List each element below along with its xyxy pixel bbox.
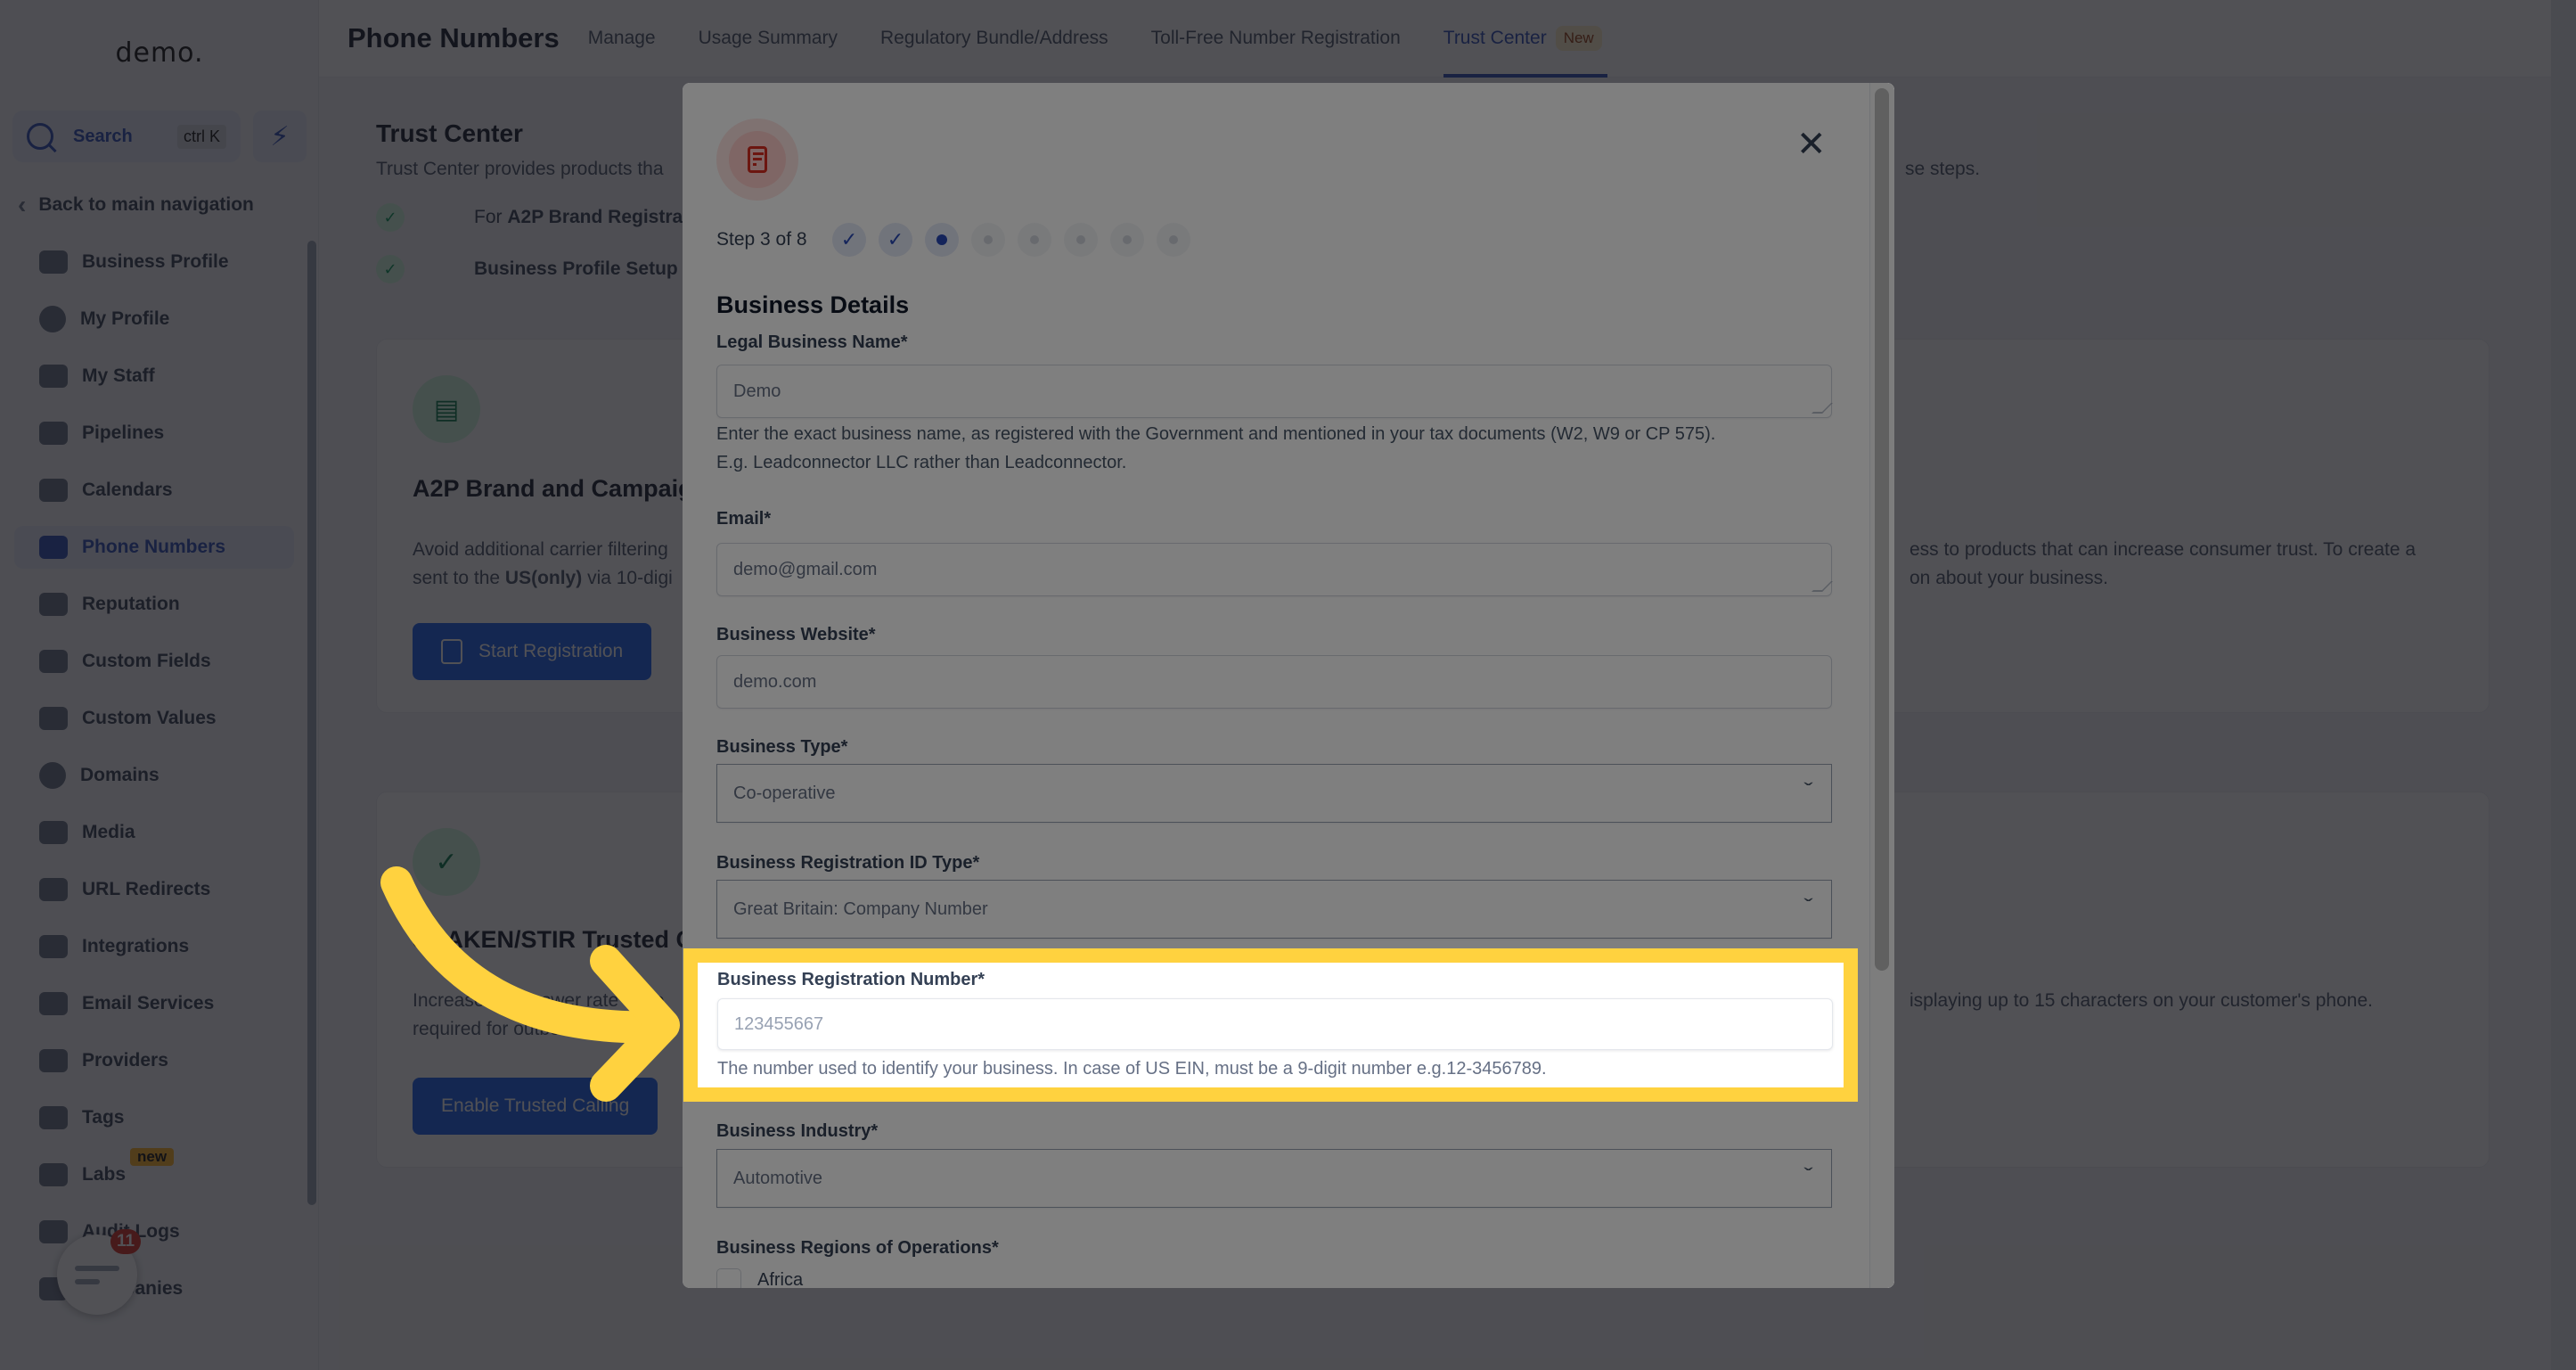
legal-business-name-input[interactable]: Demo xyxy=(716,365,1832,418)
form-section-title: Business Details xyxy=(716,291,910,318)
reg-id-type-label: Business Registration ID Type* xyxy=(716,853,980,873)
step-dot-pending xyxy=(1157,223,1190,257)
step-dot-pending xyxy=(1064,223,1098,257)
step-progress xyxy=(832,223,1190,257)
business-details-modal: ✕ Step 3 of 8 Business Details Legal Bus… xyxy=(683,83,1894,1288)
region-label-africa: Africa xyxy=(757,1270,804,1288)
region-checkbox-africa[interactable] xyxy=(716,1268,741,1288)
step-dot-pending xyxy=(1018,223,1051,257)
help-line: Enter the exact business name, as regist… xyxy=(716,424,1716,444)
modal-scrollbar-thumb[interactable] xyxy=(1875,88,1889,971)
business-website-input[interactable]: demo.com xyxy=(716,655,1832,709)
registration-number-help: The number used to identify your busines… xyxy=(717,1059,1547,1079)
step-dot-current xyxy=(925,223,959,257)
modal-header-icon xyxy=(716,119,798,201)
business-industry-select[interactable]: Automotive ˇ xyxy=(716,1149,1832,1208)
legal-name-label: Legal Business Name* xyxy=(716,332,908,352)
step-indicator-text: Step 3 of 8 xyxy=(716,229,807,250)
registration-number-input[interactable]: 123455667 xyxy=(717,998,1833,1050)
step-dot-complete xyxy=(832,223,866,257)
business-type-label: Business Type* xyxy=(716,737,848,757)
step-dot-complete xyxy=(879,223,912,257)
step-dot-pending xyxy=(1110,223,1144,257)
email-label: Email* xyxy=(716,509,772,529)
website-label: Business Website* xyxy=(716,625,876,644)
select-value: Great Britain: Company Number xyxy=(733,898,988,919)
registration-id-type-select[interactable]: Great Britain: Company Number ˇ xyxy=(716,880,1832,939)
document-icon xyxy=(748,146,767,173)
input-value: demo.com xyxy=(733,671,817,692)
modal-scrollbar[interactable] xyxy=(1869,83,1894,1288)
legal-name-help: Enter the exact business name, as regist… xyxy=(716,420,1839,477)
select-value: Co-operative xyxy=(733,783,836,803)
highlighted-registration-number-field: Business Registration Number* 123455667 … xyxy=(683,948,1858,1102)
chevron-down-icon: ˇ xyxy=(1803,1164,1813,1186)
registration-number-label: Business Registration Number* xyxy=(717,970,985,989)
close-icon[interactable]: ✕ xyxy=(1796,124,1827,165)
input-value: 123455667 xyxy=(734,1013,824,1034)
chevron-down-icon: ˇ xyxy=(1803,779,1813,801)
select-value: Automotive xyxy=(733,1168,823,1188)
help-line: E.g. Leadconnector LLC rather than Leadc… xyxy=(716,453,1127,472)
email-input[interactable]: demo@gmail.com xyxy=(716,543,1832,596)
step-dot-pending xyxy=(971,223,1005,257)
chevron-down-icon: ˇ xyxy=(1803,895,1813,917)
input-value: demo@gmail.com xyxy=(733,559,878,579)
regions-label: Business Regions of Operations* xyxy=(716,1238,999,1258)
industry-label: Business Industry* xyxy=(716,1121,879,1141)
business-type-select[interactable]: Co-operative ˇ xyxy=(716,764,1832,823)
input-value: Demo xyxy=(733,381,781,401)
